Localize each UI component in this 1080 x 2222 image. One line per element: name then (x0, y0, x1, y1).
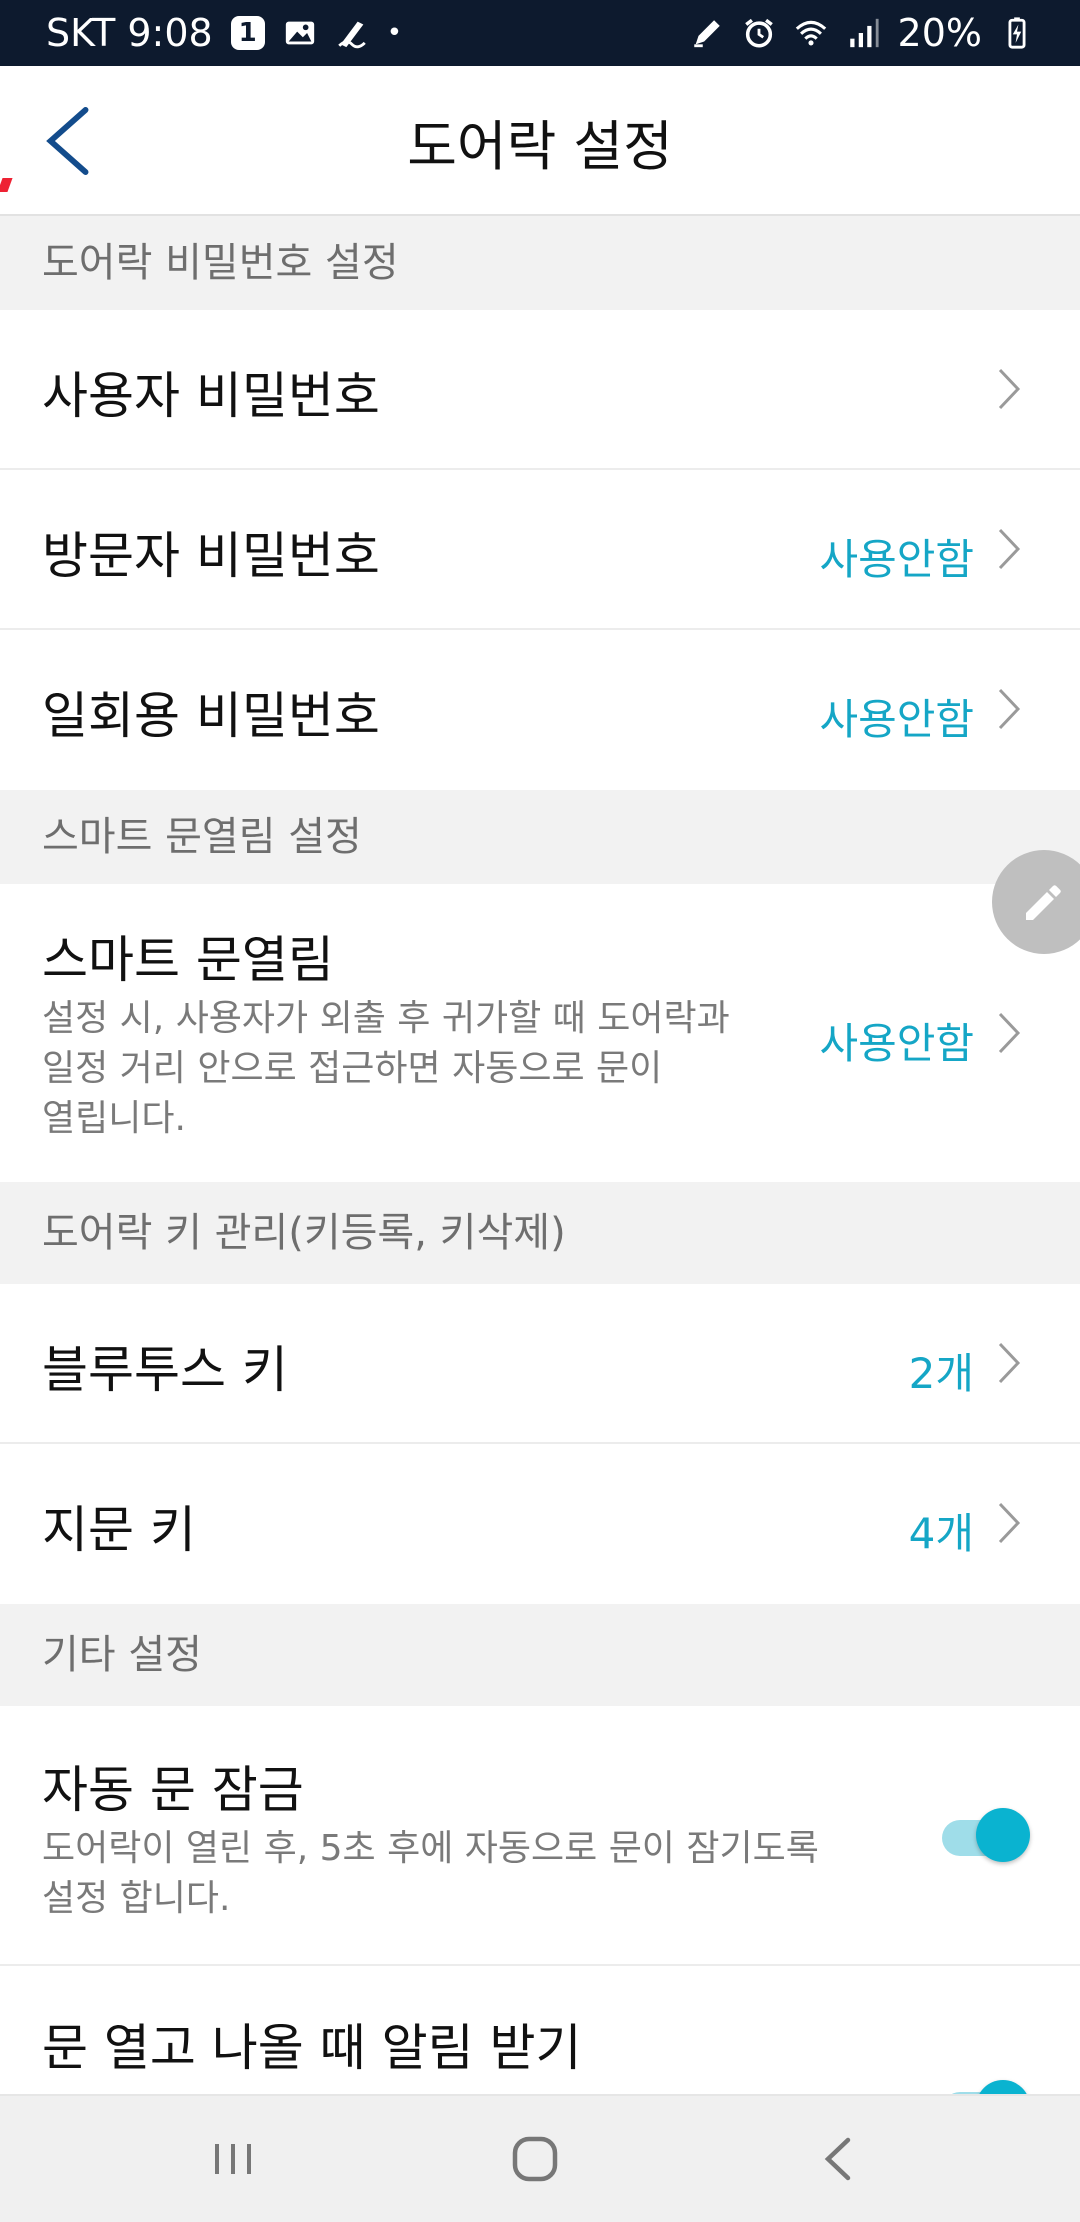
smart-open-label: 스마트 문열림 (42, 931, 334, 989)
recent-apps-icon[interactable] (198, 2128, 268, 2190)
auto-lock-desc-1: 도어락이 열린 후, 5초 후에 자동으로 문이 잠기도록 (42, 1828, 819, 1869)
battery-percent: 20% (897, 11, 982, 55)
back-icon[interactable] (804, 2128, 874, 2190)
user-password-label: 사용자 비밀번호 (42, 367, 380, 425)
onetime-password-label: 일회용 비밀번호 (42, 687, 380, 745)
auto-lock-toggle[interactable] (942, 1806, 1030, 1864)
chevron-right-icon (998, 688, 1021, 730)
smart-open-value: 사용안함 (819, 1019, 974, 1068)
smart-open-desc-1: 설정 시, 사용자가 외출 후 귀가할 때 도어락과 (42, 998, 730, 1039)
carrier-time: SKT 9:08 (46, 11, 213, 55)
alarm-icon (744, 18, 773, 48)
section-header-smart-open: 스마트 문열림 설정 (0, 790, 1080, 884)
status-bar-right: 20% (690, 11, 1034, 55)
bluetooth-key-row[interactable]: 블루투스 키 2개 (0, 1284, 1080, 1444)
pencil-icon (1026, 885, 1061, 920)
chevron-right-icon (998, 1012, 1021, 1054)
status-bar: SKT 9:08 1 • 20% (0, 0, 1080, 66)
onetime-password-row[interactable]: 일회용 비밀번호 사용안함 (0, 630, 1080, 790)
toggle-knob (976, 1808, 1030, 1862)
image-icon (285, 21, 314, 45)
status-bar-left: SKT 9:08 1 • (46, 11, 402, 55)
smart-open-row[interactable]: 스마트 문열림 설정 시, 사용자가 외출 후 귀가할 때 도어락과 일정 거리… (0, 884, 1080, 1182)
user-password-row[interactable]: 사용자 비밀번호 (0, 310, 1080, 470)
section-header-password: 도어락 비밀번호 설정 (0, 216, 1080, 310)
chevron-right-icon (998, 1502, 1021, 1544)
wifi-icon (795, 20, 826, 46)
fingerprint-key-row[interactable]: 지문 키 4개 (0, 1444, 1080, 1604)
auto-lock-row: 자동 문 잠금 도어락이 열린 후, 5초 후에 자동으로 문이 잠기도록 설정… (0, 1706, 1080, 1966)
settings-list: 도어락 비밀번호 설정 사용자 비밀번호 방문자 비밀번호 사용안함 일회용 비… (0, 216, 1080, 2166)
notification-count-badge: 1 (230, 16, 265, 50)
fingerprint-key-count: 4개 (908, 1509, 974, 1558)
auto-lock-label: 자동 문 잠금 (42, 1761, 304, 1819)
signature-icon (337, 21, 366, 49)
smart-open-desc-2: 일정 거리 안으로 접근하면 자동으로 문이 (42, 1048, 663, 1089)
section-header-other: 기타 설정 (0, 1604, 1080, 1706)
signal-icon (849, 18, 879, 48)
bluetooth-key-count: 2개 (908, 1349, 974, 1398)
onetime-password-value: 사용안함 (819, 695, 974, 744)
visitor-password-row[interactable]: 방문자 비밀번호 사용안함 (0, 470, 1080, 630)
bluetooth-key-label: 블루투스 키 (42, 1341, 288, 1399)
pen-icon (693, 20, 720, 48)
visitor-password-label: 방문자 비밀번호 (42, 527, 380, 585)
fingerprint-key-label: 지문 키 (42, 1501, 196, 1559)
section-header-keys: 도어락 키 관리(키등록, 키삭제) (0, 1182, 1080, 1284)
page-title: 도어락 설정 (407, 115, 673, 178)
chevron-right-icon (998, 528, 1021, 570)
app-bar: 도어락 설정 (0, 66, 1080, 216)
chevron-right-icon (998, 368, 1021, 410)
auto-lock-desc-2: 설정 합니다. (42, 1878, 231, 1919)
battery-charging-icon (1008, 17, 1026, 49)
home-icon[interactable] (500, 2128, 570, 2190)
system-nav-bar (0, 2094, 1080, 2222)
exit-alert-label: 문 열고 나올 때 알림 받기 (42, 2019, 582, 2077)
smart-open-desc-3: 열립니다. (42, 1098, 186, 1139)
visitor-password-value: 사용안함 (819, 535, 974, 584)
dot-icon: • (386, 18, 403, 48)
chevron-right-icon (998, 1342, 1021, 1384)
